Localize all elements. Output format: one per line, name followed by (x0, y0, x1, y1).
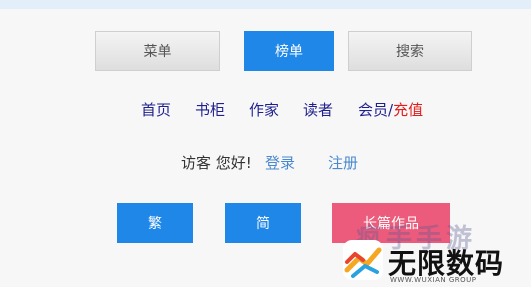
simplified-chinese-button[interactable]: 简 (225, 203, 301, 243)
nav-reader-link[interactable]: 读者 (303, 99, 333, 120)
watermark-sub-text: WWW.WUXIAN GROUP (390, 276, 477, 284)
nav-bookshelf-link[interactable]: 书柜 (195, 99, 225, 120)
top-strip (0, 0, 531, 9)
nav-recharge-link[interactable]: 充值 (393, 101, 423, 119)
menu-button[interactable]: 菜单 (95, 31, 220, 71)
main-nav: 首页 书柜 作家 读者 会员/充值 (0, 99, 531, 121)
search-button[interactable]: 搜索 (348, 31, 472, 71)
register-link[interactable]: 注册 (328, 152, 358, 173)
nav-author-link[interactable]: 作家 (249, 99, 279, 120)
watermark-main-text: 无限数码 (388, 247, 505, 280)
watermark-logo-icon (343, 240, 383, 280)
nav-member-link[interactable]: 会员 (358, 101, 388, 119)
nav-member-group: 会员/充值 (358, 99, 423, 120)
traditional-chinese-button[interactable]: 繁 (117, 203, 193, 243)
long-works-button[interactable]: 长篇作品 (332, 203, 450, 243)
greeting-text: 访客 您好! (181, 154, 252, 172)
rank-button[interactable]: 榜单 (244, 31, 334, 71)
nav-home-link[interactable]: 首页 (141, 99, 171, 120)
login-link[interactable]: 登录 (265, 152, 295, 173)
